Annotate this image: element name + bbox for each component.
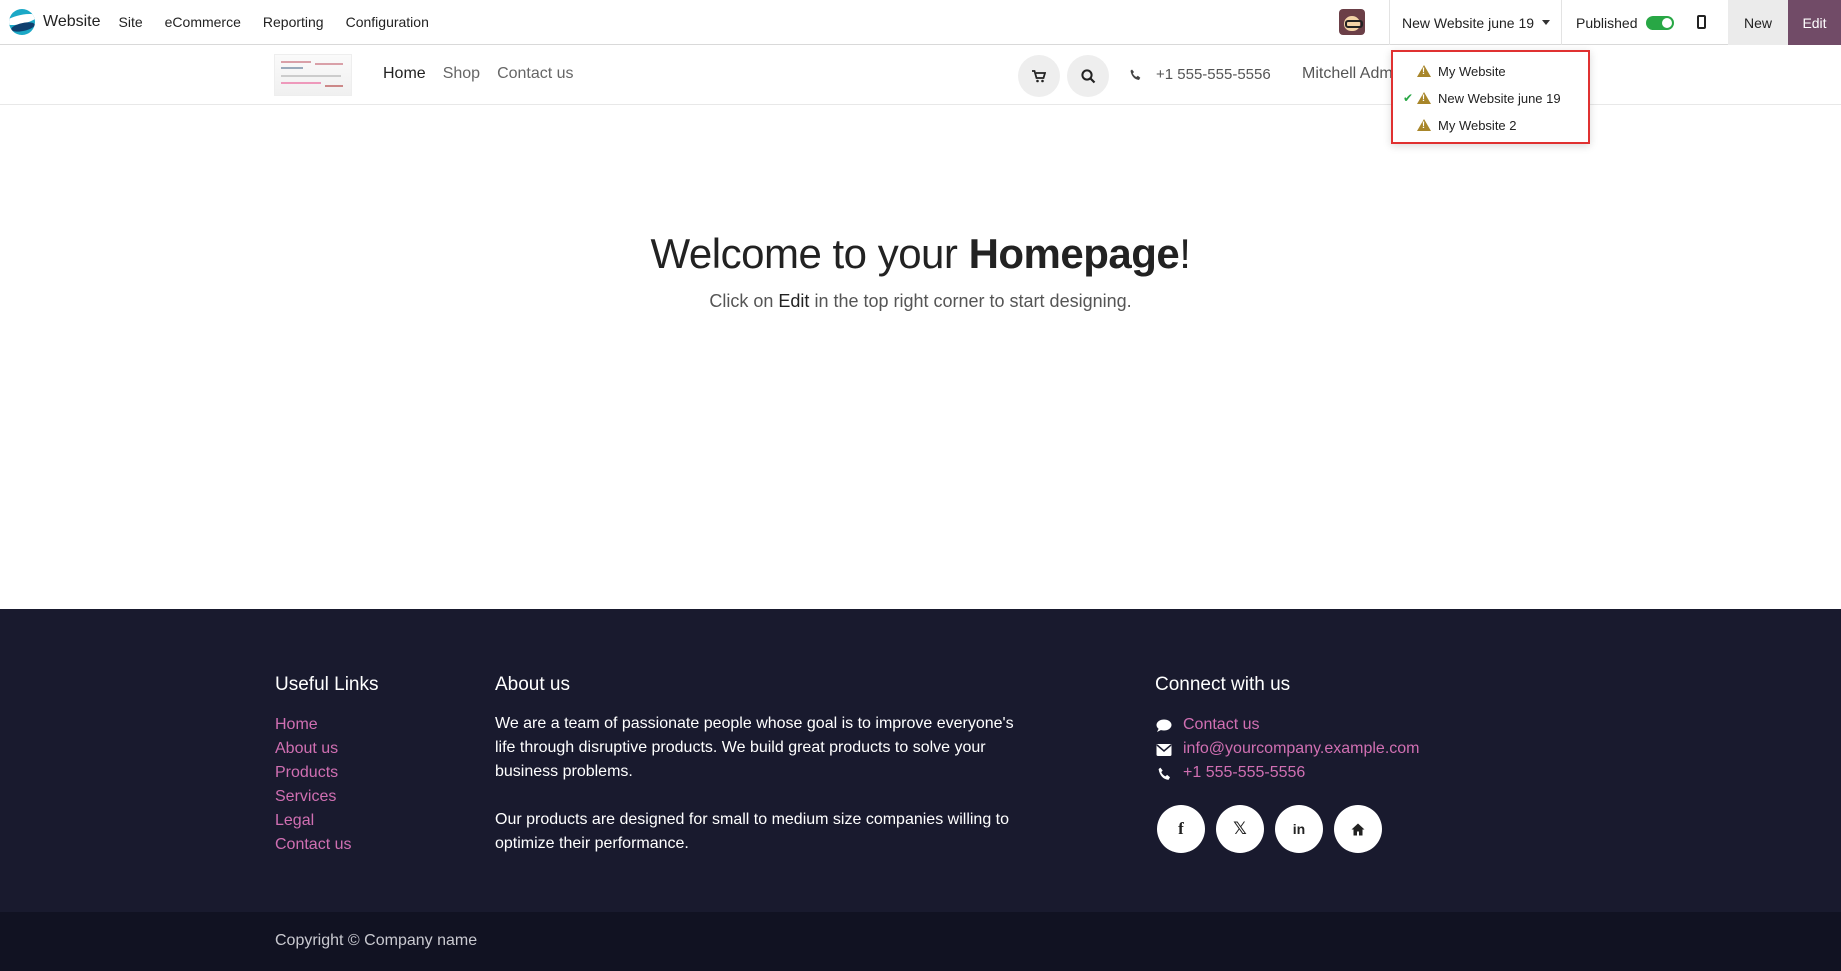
footer-link-products[interactable]: Products — [275, 764, 338, 782]
x-icon: 𝕏 — [1233, 819, 1247, 838]
dropdown-item-label: My Website 2 — [1438, 117, 1517, 133]
envelope-icon — [1156, 744, 1172, 756]
hero-title-suffix: ! — [1179, 230, 1191, 277]
home-icon — [1351, 823, 1365, 835]
app-brand[interactable]: Website — [9, 9, 101, 35]
footer-phone-link[interactable]: +1 555-555-5556 — [1183, 764, 1305, 782]
dropdown-item-my-website-2[interactable]: My Website 2 — [1393, 115, 1588, 135]
checkmark-icon: ✔ — [1402, 91, 1414, 105]
phone-icon — [1158, 767, 1171, 780]
menu-reporting[interactable]: Reporting — [252, 14, 335, 30]
caret-down-icon — [1542, 20, 1551, 25]
warning-icon — [1417, 65, 1431, 77]
hero-title: Welcome to your Homepage! — [0, 230, 1841, 278]
user-avatar[interactable] — [1339, 9, 1365, 35]
about-us-paragraph-2: Our products are designed for small to m… — [495, 811, 1010, 852]
linkedin-button[interactable]: in — [1275, 805, 1323, 853]
app-name: Website — [43, 13, 101, 30]
warning-icon — [1417, 119, 1431, 131]
header-phone-number: +1 555-555-5556 — [1156, 66, 1271, 83]
footer-link-services[interactable]: Services — [275, 788, 336, 806]
search-button[interactable] — [1067, 55, 1109, 97]
warning-icon — [1417, 92, 1431, 104]
hero-subtitle: Click on Edit in the top right corner to… — [0, 291, 1841, 312]
cart-icon — [1032, 69, 1046, 82]
home-button[interactable] — [1334, 805, 1382, 853]
dropdown-item-new-website-june-19[interactable]: ✔ New Website june 19 — [1393, 88, 1588, 108]
search-icon — [1080, 68, 1095, 83]
site-logo[interactable] — [274, 54, 352, 96]
chat-bubble-icon — [1156, 719, 1172, 732]
edit-button[interactable]: Edit — [1788, 0, 1841, 45]
footer-contact-link[interactable]: Contact us — [1183, 716, 1259, 734]
current-website-label: New Website june 19 — [1402, 14, 1535, 31]
website-switcher-dropdown: My Website ✔ New Website june 19 My Webs… — [1391, 50, 1590, 144]
facebook-icon: f — [1178, 819, 1184, 838]
header-phone[interactable]: +1 555-555-5556 — [1130, 66, 1271, 83]
odoo-website-logo-icon — [9, 9, 35, 35]
published-label: Published — [1576, 14, 1638, 31]
footer-link-legal[interactable]: Legal — [275, 812, 314, 830]
hero-sub-suffix: in the top right corner to start designi… — [809, 291, 1132, 311]
connect-heading: Connect with us — [1155, 674, 1291, 695]
phone-icon — [1130, 69, 1141, 80]
about-us-heading: About us — [495, 674, 570, 695]
x-twitter-button[interactable]: 𝕏 — [1216, 805, 1264, 853]
footer-link-home[interactable]: Home — [275, 716, 318, 734]
dropdown-item-label: My Website — [1438, 63, 1506, 79]
menu-site[interactable]: Site — [108, 14, 154, 30]
useful-links-heading: Useful Links — [275, 674, 379, 695]
published-toggle-group: Published — [1561, 0, 1674, 45]
hero-title-prefix: Welcome to your — [650, 230, 969, 277]
footer-link-contact-us[interactable]: Contact us — [275, 836, 351, 854]
site-footer: Useful Links Home About us Products Serv… — [0, 609, 1841, 912]
about-us-paragraph-1: We are a team of passionate people whose… — [495, 715, 1014, 780]
hero-title-bold: Homepage — [968, 230, 1180, 277]
nav-contact-us[interactable]: Contact us — [497, 65, 573, 83]
site-nav-links: Home Shop Contact us — [383, 65, 591, 83]
menu-ecommerce[interactable]: eCommerce — [154, 14, 252, 30]
cart-button[interactable] — [1018, 55, 1060, 97]
copyright-bar: Copyright © Company name — [0, 912, 1841, 971]
hero-sub-bold: Edit — [778, 291, 810, 311]
dropdown-item-label: New Website june 19 — [1438, 90, 1561, 106]
facebook-button[interactable]: f — [1157, 805, 1205, 853]
new-button[interactable]: New — [1728, 0, 1788, 45]
mobile-preview-icon[interactable] — [1697, 15, 1706, 29]
top-menu: Site eCommerce Reporting Configuration — [108, 14, 440, 30]
linkedin-icon: in — [1292, 821, 1306, 837]
user-menu[interactable]: Mitchell Admin — [1302, 65, 1394, 83]
nav-home[interactable]: Home — [383, 65, 426, 83]
footer-email-link[interactable]: info@yourcompany.example.com — [1183, 740, 1420, 758]
nav-shop[interactable]: Shop — [443, 65, 480, 83]
hero-sub-prefix: Click on — [709, 291, 779, 311]
copyright-text: Copyright © Company name — [275, 932, 478, 949]
dropdown-item-my-website[interactable]: My Website — [1393, 61, 1588, 81]
published-toggle[interactable] — [1645, 15, 1674, 30]
menu-configuration[interactable]: Configuration — [335, 14, 440, 30]
website-switcher[interactable]: New Website june 19 — [1389, 0, 1551, 45]
footer-link-about-us[interactable]: About us — [275, 740, 338, 758]
